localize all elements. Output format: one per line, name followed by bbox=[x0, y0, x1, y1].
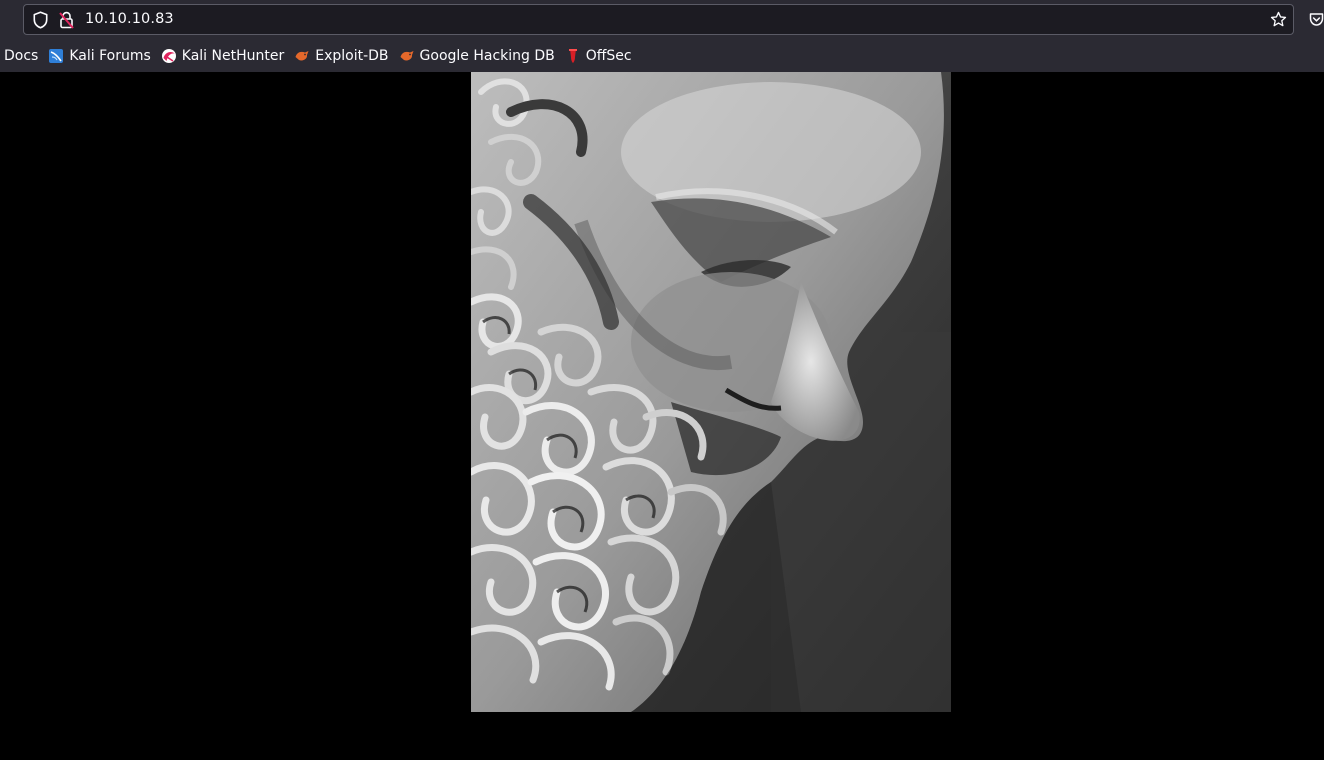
bookmark-docs[interactable]: Docs bbox=[0, 43, 42, 69]
bookmark-offsec[interactable]: OffSec bbox=[561, 43, 636, 69]
url-text[interactable]: 10.10.10.83 bbox=[85, 5, 174, 34]
bookmark-exploit-db[interactable]: Exploit-DB bbox=[290, 43, 392, 69]
statue-image bbox=[471, 72, 951, 712]
not-secure-lock-icon[interactable] bbox=[59, 11, 74, 29]
bookmark-label: Exploit-DB bbox=[315, 48, 389, 64]
bookmark-kali-forums[interactable]: Kali Forums bbox=[44, 43, 154, 69]
bookmark-label: Google Hacking DB bbox=[419, 48, 555, 64]
kali-forums-icon bbox=[49, 49, 64, 63]
shield-icon[interactable] bbox=[32, 11, 49, 29]
bookmark-google-hacking-db[interactable]: Google Hacking DB bbox=[395, 43, 559, 69]
bookmark-label: Kali NetHunter bbox=[181, 48, 285, 64]
bookmark-label: OffSec bbox=[585, 48, 632, 64]
bookmark-kali-nethunter[interactable]: Kali NetHunter bbox=[157, 43, 288, 69]
bookmarks-toolbar: Docs Kali Forums Kali NetHunter Exploit-… bbox=[0, 42, 1324, 70]
kali-nethunter-icon bbox=[161, 49, 176, 63]
web-page bbox=[0, 72, 1324, 760]
exploit-db-icon bbox=[295, 51, 309, 61]
bookmark-label: Kali Forums bbox=[69, 48, 151, 64]
bookmark-label: Docs bbox=[4, 48, 39, 64]
pocket-icon[interactable] bbox=[1309, 12, 1324, 27]
address-bar[interactable]: 10.10.10.83 bbox=[23, 4, 1294, 35]
offsec-icon bbox=[568, 49, 577, 63]
star-icon[interactable] bbox=[1270, 11, 1287, 28]
exploit-db-icon bbox=[400, 51, 414, 61]
browser-toolbar: 10.10.10.83 Docs Kali Forums Kali NetHun… bbox=[0, 0, 1324, 72]
